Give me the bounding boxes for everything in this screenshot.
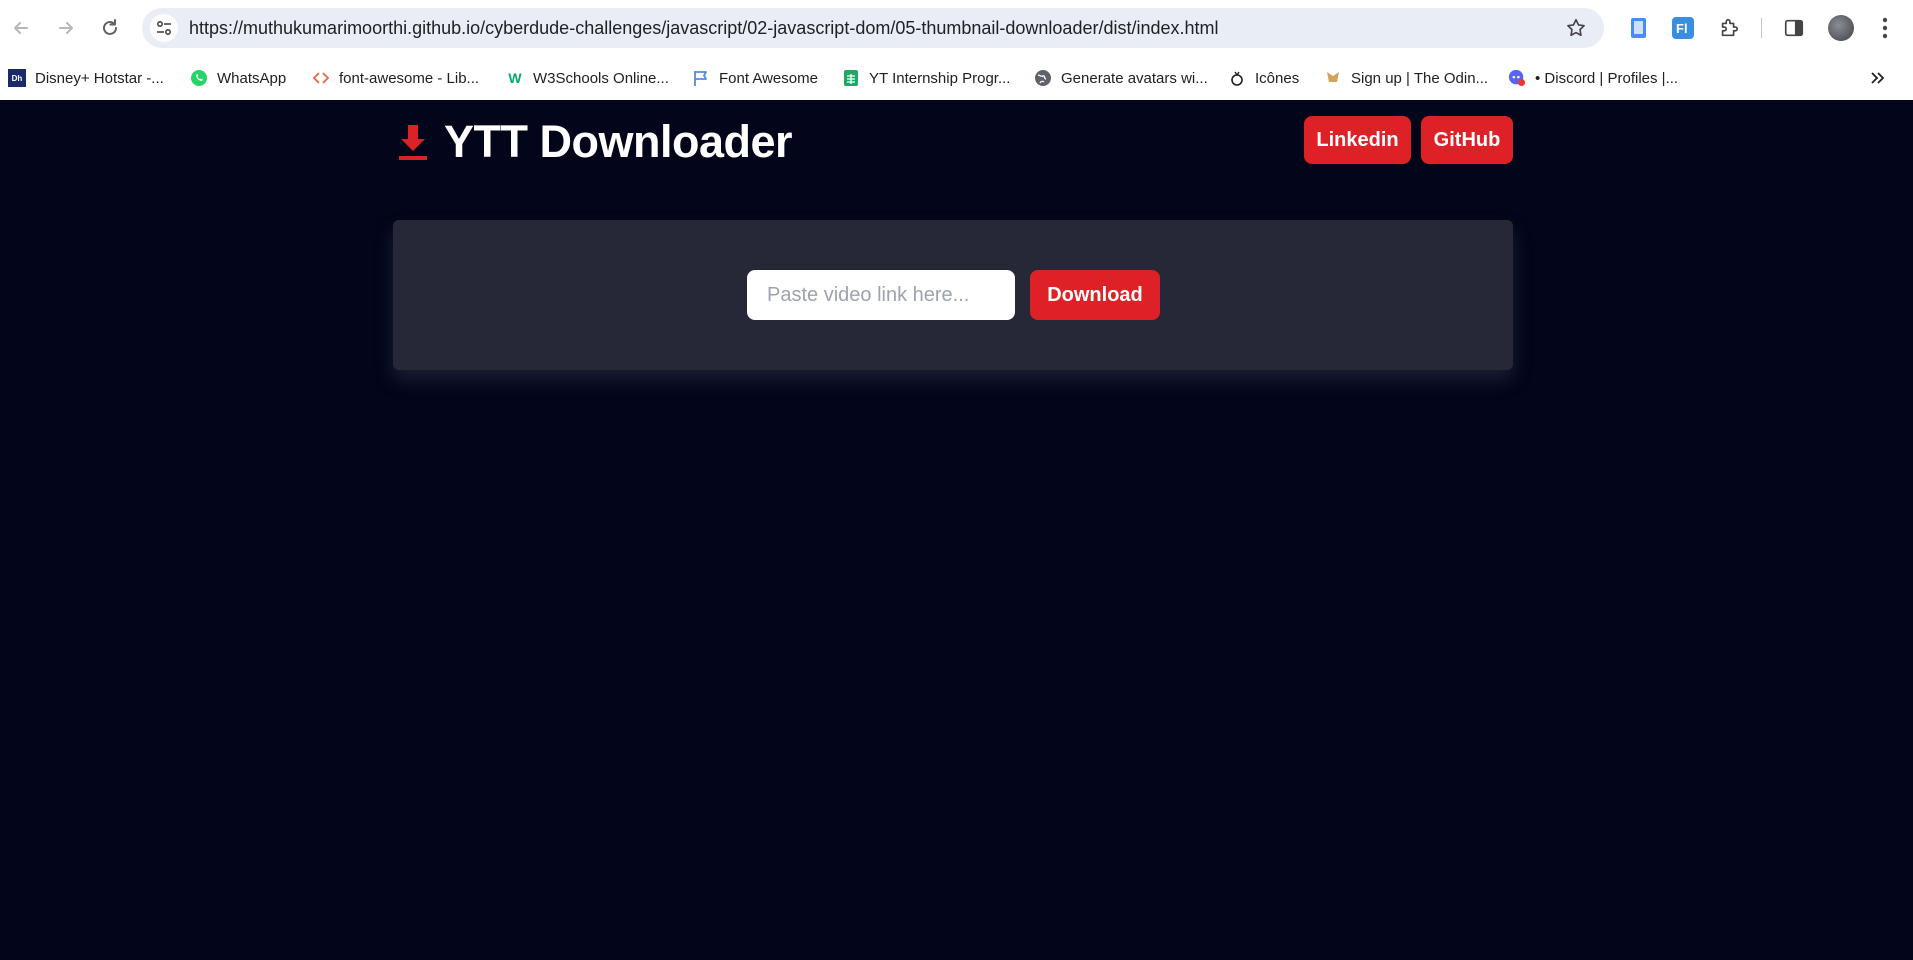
bookmark-generate-avatars[interactable]: Generate avatars wi... [1034,56,1208,100]
flag-icon [692,69,710,87]
profile-avatar[interactable] [1828,15,1854,41]
bookmark-discord[interactable]: • Discord | Profiles |... [1508,56,1678,100]
bookmark-disney-hotstar[interactable]: Dh Disney+ Hotstar -... [8,56,164,100]
bookmark-label: W3Schools Online... [533,69,669,87]
download-button[interactable]: Download [1030,270,1160,320]
reload-icon[interactable] [95,13,125,43]
bookmark-label: Generate avatars wi... [1061,69,1208,87]
bookmark-label: Disney+ Hotstar -... [35,69,164,87]
bookmark-label: YT Internship Progr... [869,69,1011,87]
bookmark-yt-internship[interactable]: YT Internship Progr... [842,56,1010,100]
bookmark-label: Font Awesome [719,69,818,87]
bookmark-label: • Discord | Profiles |... [1535,69,1679,87]
bookmark-odin[interactable]: Sign up | The Odin... [1324,56,1488,100]
code-brackets-icon [312,69,330,87]
extension-phone-icon[interactable] [1625,14,1653,42]
disney-hotstar-icon: Dh [8,69,26,87]
extensions-puzzle-icon[interactable] [1715,14,1743,42]
back-icon[interactable] [6,13,36,43]
bookmark-label: Sign up | The Odin... [1351,69,1489,87]
discord-icon [1508,69,1526,87]
site-logo[interactable]: YTT Downloader [398,116,793,167]
linkedin-button[interactable]: Linkedin [1304,116,1411,164]
w3schools-icon: W [508,70,522,86]
bookmark-w3schools[interactable]: W W3Schools Online... [506,56,669,100]
bookmark-label: Icônes [1255,69,1300,87]
more-bookmarks-icon[interactable] [1865,66,1889,90]
page-content: YTT Downloader Linkedin GitHub Download [0,100,1913,960]
forward-icon[interactable] [51,13,81,43]
bookmark-star-icon[interactable] [1564,16,1588,40]
globe-icon [1034,69,1052,87]
bookmark-icones[interactable]: Icônes [1228,56,1299,100]
address-bar[interactable]: https://muthukumarimoorthi.github.io/cyb… [142,8,1604,48]
download-card: Download [393,220,1513,370]
url-text[interactable]: https://muthukumarimoorthi.github.io/cyb… [189,8,1219,48]
icones-icon [1228,69,1246,87]
bookmark-font-awesome[interactable]: Font Awesome [692,56,818,100]
github-button[interactable]: GitHub [1421,116,1513,164]
browser-chrome: https://muthukumarimoorthi.github.io/cyb… [0,0,1913,100]
bookmark-whatsapp[interactable]: WhatsApp [190,56,286,100]
site-settings-icon[interactable] [150,14,178,42]
toolbar-divider [1761,18,1762,38]
svg-text:Fl: Fl [1676,21,1688,36]
browser-menu-icon[interactable] [1872,14,1898,42]
browser-toolbar: https://muthukumarimoorthi.github.io/cyb… [0,0,1913,56]
side-panel-icon[interactable] [1780,14,1808,42]
bookmark-label: font-awesome - Lib... [339,69,480,87]
bookmark-font-awesome-lib[interactable]: font-awesome - Lib... [312,56,479,100]
whatsapp-icon [190,69,208,87]
bookmark-label: WhatsApp [217,69,287,87]
download-arrow-icon [399,125,427,160]
extension-fl-icon[interactable]: Fl [1669,14,1697,42]
sheets-icon [842,69,860,87]
video-link-input[interactable] [747,270,1015,320]
bookmarks-bar: Dh Disney+ Hotstar -... WhatsApp font-aw… [0,56,1913,100]
page-title: YTT Downloader [444,116,793,167]
odin-icon [1324,69,1342,87]
